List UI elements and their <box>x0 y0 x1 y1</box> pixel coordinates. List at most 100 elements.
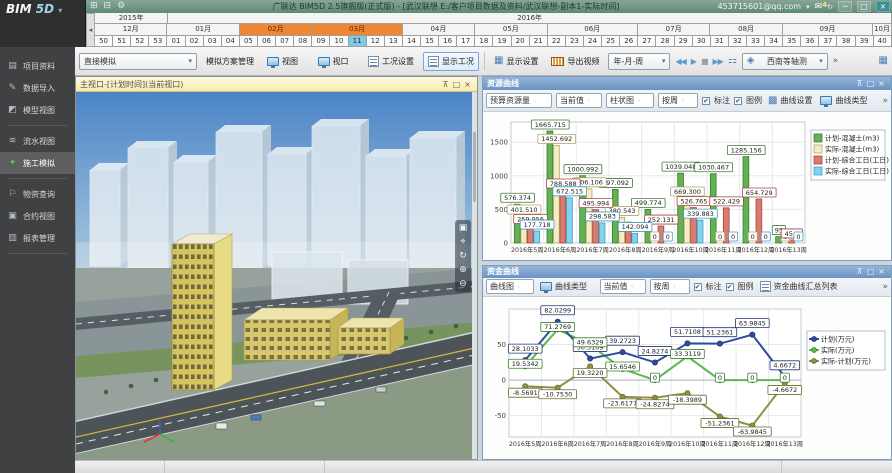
zoom-out-tool-icon[interactable]: ⊖ <box>459 279 467 289</box>
resource-metric-select[interactable]: 预算资源量▾ <box>486 93 552 108</box>
maximize-icon[interactable]: □ <box>865 267 876 276</box>
timeline-week-cell[interactable]: 18 <box>475 36 493 47</box>
curve-type-button[interactable]: 曲线类型 <box>818 95 869 106</box>
panel-overflow-button[interactable]: » <box>882 282 888 292</box>
timeline-week-cell[interactable]: 33 <box>747 36 765 47</box>
condition-settings-button[interactable]: 工况设置 <box>364 52 418 71</box>
model-tool-icon[interactable]: ▣ <box>459 223 468 233</box>
zoom-in-tool-icon[interactable]: ⊕ <box>459 265 467 275</box>
timeline-week-cell[interactable]: 05 <box>240 36 258 47</box>
close-icon[interactable]: × <box>462 80 473 89</box>
view-button[interactable]: 视图▾ <box>263 52 309 71</box>
sidebar-item-流水视图[interactable]: ≋流水视图 <box>0 130 75 152</box>
timeline-week-cell[interactable]: 28 <box>656 36 674 47</box>
timeline-week-cell[interactable]: 25 <box>602 36 620 47</box>
maximize-icon[interactable]: □ <box>451 80 462 89</box>
app-logo[interactable]: BIM 5D ▾ <box>0 0 86 47</box>
sync-icon[interactable]: ↻ <box>827 3 833 11</box>
timeline-week-cell[interactable]: 17 <box>457 36 475 47</box>
timeline-week-cell[interactable]: 52 <box>131 36 149 47</box>
timeline-week-cell[interactable]: 20 <box>512 36 530 47</box>
value-mode-select[interactable]: 当前值▾ <box>600 279 646 294</box>
timeline-week-cell[interactable]: 24 <box>584 36 602 47</box>
logo-caret-icon[interactable]: ▾ <box>58 6 62 15</box>
chart-style-select[interactable]: 曲线图▾ <box>486 279 534 294</box>
timeline-week-cell[interactable]: 50 <box>95 36 113 47</box>
timeline-week-cell[interactable]: 11 <box>349 36 367 47</box>
viewport-scrollbar[interactable] <box>472 92 477 459</box>
timeline-week-cell[interactable]: 14 <box>403 36 421 47</box>
account-email[interactable]: 453715601@qq.com <box>717 2 801 11</box>
sidebar-item-合约视图[interactable]: ▣合约视图 <box>0 205 75 227</box>
timeline-week-cell[interactable]: 13 <box>385 36 403 47</box>
timeline-week-cell[interactable]: 51 <box>113 36 131 47</box>
sidebar-item-物资查询[interactable]: ⚐物资查询 <box>0 183 75 205</box>
timeline-week-cell[interactable]: 32 <box>729 36 747 47</box>
sidebar-item-数据导入[interactable]: ✎数据导入 <box>0 77 75 99</box>
mail-icon[interactable]: ✉4 <box>815 2 823 12</box>
timeline-week-cell[interactable]: 10 <box>330 36 348 47</box>
timeline-week-cell[interactable]: 27 <box>638 36 656 47</box>
close-icon[interactable]: × <box>876 267 887 276</box>
timeline-week-cell[interactable]: 53 <box>149 36 167 47</box>
curve-settings-button[interactable]: ▩曲线设置 <box>766 95 814 106</box>
play-button[interactable]: ▶ <box>691 57 696 66</box>
capital-summary-button[interactable]: 资金曲线汇总列表 <box>758 281 840 292</box>
animation-track-icon[interactable]: ⚏ <box>728 56 737 66</box>
camera-view-select[interactable]: ◈ 西南等轴测▾ <box>742 53 828 70</box>
legend-checkbox[interactable]: ✔ <box>726 283 734 291</box>
timeline-week-cell[interactable]: 15 <box>421 36 439 47</box>
timeline-week-cell[interactable]: 31 <box>711 36 729 47</box>
timeline-week-cell[interactable]: 03 <box>204 36 222 47</box>
sidebar-item-施工模拟[interactable]: ✦施工模拟 <box>0 152 75 174</box>
value-mode-select[interactable]: 当前值▾ <box>556 93 602 108</box>
curve-type-button[interactable]: 曲线类型▾ <box>538 281 596 292</box>
orbit-tool-icon[interactable]: ↻ <box>459 251 467 261</box>
annotate-checkbox[interactable]: ✔ <box>694 283 702 291</box>
close-button[interactable]: × <box>876 1 890 12</box>
annotate-checkbox[interactable]: ✔ <box>702 97 710 105</box>
timeline-week-cell[interactable]: 23 <box>566 36 584 47</box>
3d-scene[interactable]: ▣ ⌖ ↻ ⊕ ⊖ <box>76 92 477 459</box>
pin-icon[interactable]: ⊼ <box>854 267 865 276</box>
pin-icon[interactable]: ⊼ <box>854 79 865 88</box>
maximize-button[interactable]: □ <box>857 1 871 12</box>
close-icon[interactable]: × <box>876 79 887 88</box>
sidebar-item-项目资料[interactable]: ▤项目资料 <box>0 55 75 77</box>
timeline-week-cell[interactable]: 07 <box>276 36 294 47</box>
timeline-week-cell[interactable]: 19 <box>493 36 511 47</box>
timeline-week-cell[interactable]: 35 <box>783 36 801 47</box>
timeline-week-cell[interactable]: 37 <box>819 36 837 47</box>
timeline-scroll-left[interactable]: ◂ <box>86 13 95 47</box>
timeline-week-cell[interactable]: 39 <box>856 36 874 47</box>
timeline-week-cell[interactable]: 06 <box>258 36 276 47</box>
timeline-week-cell[interactable]: 29 <box>675 36 693 47</box>
panel-overflow-button[interactable]: » <box>882 96 888 106</box>
timeline-week-cell[interactable]: 16 <box>439 36 457 47</box>
timeline-week-cell[interactable]: 09 <box>312 36 330 47</box>
timeline-week-cell[interactable]: 30 <box>693 36 711 47</box>
timeline-week-cell[interactable]: 04 <box>222 36 240 47</box>
timeline-week-cell[interactable]: 12 <box>367 36 385 47</box>
chart-style-select[interactable]: 柱状图▾ <box>606 93 654 108</box>
pan-tool-icon[interactable]: ⌖ <box>460 237 465 247</box>
sidebar-item-报表管理[interactable]: ▥报表管理 <box>0 227 75 249</box>
stop-button[interactable]: ■ <box>701 57 708 66</box>
simulation-mode-select[interactable]: 直接模拟▾ <box>79 53 197 70</box>
viewport-button[interactable]: 视口▾ <box>314 52 360 71</box>
timeline-week-cell[interactable]: 40 <box>874 36 892 47</box>
maximize-icon[interactable]: □ <box>865 79 876 88</box>
timeline-week-cell[interactable]: 21 <box>530 36 548 47</box>
account-caret-icon[interactable]: ▾ <box>806 3 810 11</box>
display-settings-button[interactable]: ▦显示设置 <box>490 52 542 71</box>
export-video-button[interactable]: 导出视频 <box>547 52 603 71</box>
pin-icon[interactable]: ⊼ <box>440 80 451 89</box>
sidebar-item-模型视图[interactable]: ◩模型视图 <box>0 99 75 121</box>
period-select[interactable]: 按周▾ <box>650 279 690 294</box>
minimize-button[interactable]: ─ <box>838 1 852 12</box>
timeline-week-cell[interactable]: 34 <box>765 36 783 47</box>
rewind-button[interactable]: ◀◀ <box>675 57 685 66</box>
timeline-week-cell[interactable]: 02 <box>186 36 204 47</box>
frames-icon[interactable]: ▦ <box>879 56 888 66</box>
timeline-week-cell[interactable]: 01 <box>167 36 185 47</box>
